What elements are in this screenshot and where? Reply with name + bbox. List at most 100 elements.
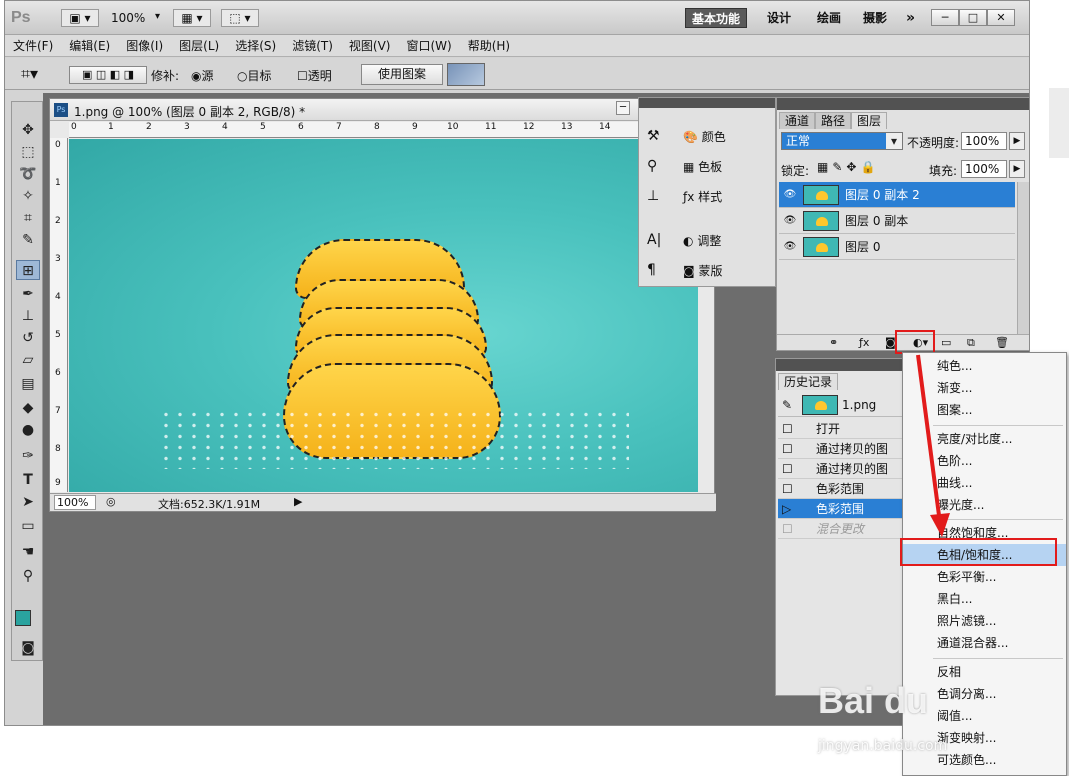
- foreground-color-swatch[interactable]: [15, 610, 31, 626]
- trash-icon[interactable]: 🗑: [995, 336, 1009, 349]
- tab-paths[interactable]: 路径: [815, 112, 852, 129]
- checkbox-icon[interactable]: ☐: [782, 479, 793, 499]
- blend-mode-select[interactable]: 正常 ▾: [781, 132, 903, 150]
- type-tool-icon[interactable]: T: [16, 470, 40, 490]
- dodge-tool-icon[interactable]: ●: [16, 420, 40, 440]
- checkbox-icon[interactable]: ☐: [782, 459, 793, 479]
- patch-tool-icon[interactable]: ⌗▾: [21, 64, 38, 84]
- quick-select-tool-icon[interactable]: ✧: [16, 186, 40, 206]
- workspace-essentials[interactable]: 基本功能: [685, 8, 748, 28]
- panel-item-masks[interactable]: ◙ 蒙版: [683, 262, 723, 279]
- use-pattern-button[interactable]: 使用图案: [361, 64, 443, 85]
- source-radio[interactable]: ◉源: [191, 67, 214, 84]
- layer-row[interactable]: 👁 图层 0 副本 2: [779, 182, 1015, 208]
- menu-window[interactable]: 窗口(W): [398, 35, 459, 57]
- menu-edit[interactable]: 编辑(E): [61, 35, 118, 57]
- brush-tool-icon[interactable]: ✒: [16, 284, 40, 304]
- patch-tool-icon[interactable]: ⊞: [16, 260, 40, 280]
- play-arrow-icon[interactable]: ▶: [294, 495, 302, 508]
- history-item[interactable]: ▷ 色彩范围: [778, 499, 908, 519]
- menu-item[interactable]: 通道混合器...: [903, 632, 1066, 654]
- menu-item[interactable]: 色彩平衡...: [903, 566, 1066, 588]
- stamp-tool-icon[interactable]: ⊥: [16, 306, 40, 326]
- path-select-icon[interactable]: ➤: [16, 492, 40, 512]
- tab-history[interactable]: 历史记录: [778, 373, 839, 390]
- workspace-design[interactable]: 设计: [761, 8, 797, 28]
- lasso-tool-icon[interactable]: ➰: [16, 164, 40, 184]
- panel-item-styles[interactable]: ƒx 样式: [683, 188, 722, 205]
- layer-row[interactable]: 👁 图层 0: [779, 234, 1015, 260]
- menu-layer[interactable]: 图层(L): [171, 35, 227, 57]
- workspace-painting[interactable]: 绘画: [811, 8, 847, 28]
- fill-input[interactable]: 100%: [961, 160, 1007, 178]
- panel-header[interactable]: [639, 98, 775, 108]
- close-button[interactable]: ✕: [987, 9, 1015, 26]
- arrange-button[interactable]: ▦ ▾: [173, 9, 211, 27]
- minimize-button[interactable]: ─: [931, 9, 959, 26]
- maximize-button[interactable]: □: [959, 9, 987, 26]
- zoom-field[interactable]: 100%: [54, 495, 96, 510]
- tab-layers[interactable]: 图层: [851, 112, 888, 129]
- brush-icon[interactable]: ⚲: [647, 158, 657, 174]
- menu-help[interactable]: 帮助(H): [460, 35, 518, 57]
- panel-item-color[interactable]: 🎨 颜色: [683, 128, 726, 145]
- paragraph-icon[interactable]: ¶: [647, 262, 656, 278]
- document-tab[interactable]: Ps 1.png @ 100% (图层 0 副本 2, RGB/8) * ─: [50, 99, 716, 121]
- menu-file[interactable]: 文件(F): [5, 35, 61, 57]
- document-info[interactable]: 文档:652.3K/1.91M: [158, 496, 260, 512]
- more-workspaces-button[interactable]: »: [900, 8, 921, 28]
- screen-mode-button[interactable]: ⬚ ▾: [221, 9, 259, 27]
- doc-minimize-icon[interactable]: ─: [616, 101, 630, 115]
- hand-tool-icon[interactable]: ☚: [16, 542, 40, 562]
- chevron-down-icon[interactable]: ▾: [155, 11, 160, 22]
- blur-tool-icon[interactable]: ◆: [16, 398, 40, 418]
- menu-filter[interactable]: 滤镜(T): [284, 35, 341, 57]
- menu-image[interactable]: 图像(I): [118, 35, 171, 57]
- panel-item-adjustments[interactable]: ◐ 调整: [683, 232, 721, 249]
- tool-preset-icon[interactable]: ⚒: [647, 128, 660, 144]
- shape-tool-icon[interactable]: ▭: [16, 516, 40, 536]
- pattern-picker[interactable]: [447, 63, 485, 86]
- opacity-input[interactable]: 100%: [961, 132, 1007, 150]
- checkbox-icon[interactable]: ▷: [782, 499, 791, 519]
- workspace-photography[interactable]: 摄影: [857, 8, 893, 28]
- status-icon[interactable]: ◎: [106, 495, 116, 508]
- zoom-tool-icon[interactable]: ⚲: [16, 566, 40, 586]
- zoom-level[interactable]: 100%: [111, 11, 145, 25]
- history-snapshot[interactable]: ✎ 1.png: [778, 393, 908, 417]
- checkbox-icon[interactable]: ☐: [782, 419, 793, 439]
- image-canvas[interactable]: [69, 139, 698, 492]
- checkbox-icon[interactable]: ☐: [782, 519, 793, 539]
- tab-channels[interactable]: 通道: [779, 112, 816, 129]
- layers-scrollbar[interactable]: [1017, 182, 1029, 334]
- target-radio[interactable]: ○目标: [237, 67, 272, 84]
- history-item[interactable]: ☐ 打开: [778, 419, 908, 439]
- fx-icon[interactable]: ƒx: [859, 336, 869, 349]
- eraser-tool-icon[interactable]: ▱: [16, 350, 40, 370]
- clone-source-icon[interactable]: ⊥: [647, 188, 659, 204]
- visibility-eye-icon[interactable]: 👁: [783, 241, 797, 253]
- history-item[interactable]: ☐ 混合更改: [778, 519, 908, 539]
- selection-mode-buttons[interactable]: ▣ ◫ ◧ ◨: [69, 66, 147, 84]
- fill-arrow-icon[interactable]: ▶: [1009, 160, 1025, 178]
- marquee-tool-icon[interactable]: ⬚: [16, 142, 40, 162]
- crop-tool-icon[interactable]: ⌗: [16, 208, 40, 228]
- checkbox-icon[interactable]: ☐: [782, 439, 793, 459]
- panel-header[interactable]: [777, 98, 1029, 110]
- visibility-eye-icon[interactable]: 👁: [783, 215, 797, 227]
- opacity-arrow-icon[interactable]: ▶: [1009, 132, 1025, 150]
- menu-item[interactable]: 黑白...: [903, 588, 1066, 610]
- pen-tool-icon[interactable]: ✑: [16, 446, 40, 466]
- lock-icons[interactable]: ▦✎✥🔒: [817, 160, 879, 174]
- panel-item-swatches[interactable]: ▦ 色板: [683, 158, 722, 175]
- character-icon[interactable]: A|: [647, 232, 661, 248]
- history-brush-icon[interactable]: ↺: [16, 328, 40, 348]
- move-tool-icon[interactable]: ✥: [16, 120, 40, 140]
- history-item[interactable]: ☐ 通过拷贝的图: [778, 439, 908, 459]
- menu-select[interactable]: 选择(S): [227, 35, 284, 57]
- menu-view[interactable]: 视图(V): [341, 35, 399, 57]
- history-item[interactable]: ☐ 色彩范围: [778, 479, 908, 499]
- quick-mask-icon[interactable]: ◙: [16, 638, 40, 658]
- menu-item[interactable]: 照片滤镜...: [903, 610, 1066, 632]
- panel-header[interactable]: [776, 359, 908, 371]
